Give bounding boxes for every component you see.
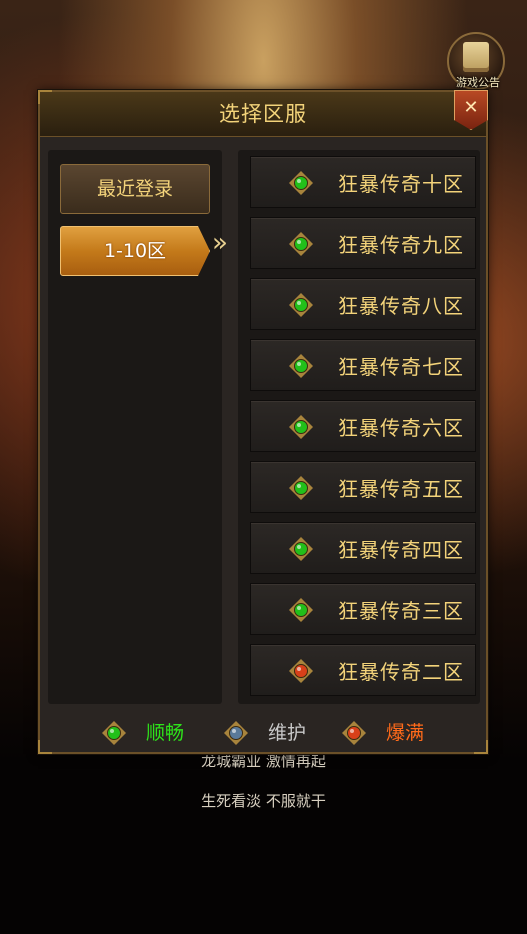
server-name: 狂暴传奇五区 (338, 477, 464, 501)
server-row[interactable]: 狂暴传奇十区 (250, 156, 476, 208)
server-name: 狂暴传奇七区 (338, 355, 464, 379)
green-gem-icon (289, 476, 313, 500)
green-gem-icon (289, 415, 313, 439)
server-row[interactable]: 狂暴传奇八区 (250, 278, 476, 330)
category-label: 最近登录 (96, 178, 173, 200)
server-name: 狂暴传奇十区 (338, 172, 464, 196)
legend-label: 维护 (268, 722, 307, 744)
corner-ornament (38, 740, 52, 754)
green-gem-icon (102, 721, 126, 745)
category-1-10[interactable]: 1-10区 (60, 226, 210, 276)
title-bar: 选择区服 (40, 92, 486, 137)
green-gem-icon (289, 354, 313, 378)
server-name: 狂暴传奇八区 (338, 294, 464, 318)
green-gem-icon (289, 171, 313, 195)
red-gem-icon (342, 721, 366, 745)
background-slogan-2: 生死看淡 不服就干 (201, 792, 326, 810)
close-icon: ✕ (463, 97, 479, 118)
server-list-panel: 狂暴传奇十区 狂暴传奇九区 狂暴传奇八区 狂暴传奇七区 狂暴传奇六区 狂暴传奇五区 狂暴传奇… (238, 150, 480, 704)
legend-label: 顺畅 (146, 722, 185, 744)
category-label: 1-10区 (103, 240, 167, 262)
green-gem-icon (289, 537, 313, 561)
dialog-title: 选择区服 (219, 102, 307, 126)
server-name: 狂暴传奇四区 (338, 538, 464, 562)
server-row[interactable]: 狂暴传奇二区 (250, 644, 476, 696)
server-row[interactable]: 狂暴传奇九区 (250, 217, 476, 269)
server-row[interactable]: 狂暴传奇四区 (250, 522, 476, 574)
server-name: 狂暴传奇二区 (338, 660, 464, 684)
category-recent-login[interactable]: 最近登录 (60, 164, 210, 214)
green-gem-icon (289, 293, 313, 317)
game-notice-button[interactable]: 游戏公告 (447, 32, 505, 90)
server-row[interactable]: 狂暴传奇七区 (250, 339, 476, 391)
game-notice-label: 游戏公告 (456, 76, 500, 89)
server-name: 狂暴传奇九区 (338, 233, 464, 257)
scroll-icon (463, 42, 489, 72)
legend-label: 爆满 (386, 722, 425, 744)
server-name: 狂暴传奇三区 (338, 599, 464, 623)
category-panel: 最近登录 1-10区 (48, 150, 222, 704)
server-select-dialog: 选择区服 ✕ 最近登录 1-10区 » 狂暴传奇十区 狂暴传奇九区 狂暴传奇八区 狂暴… (38, 90, 488, 754)
server-row[interactable]: 狂暴传奇六区 (250, 400, 476, 452)
gray-gem-icon (224, 721, 248, 745)
server-name: 狂暴传奇六区 (338, 416, 464, 440)
server-row[interactable]: 狂暴传奇三区 (250, 583, 476, 635)
green-gem-icon (289, 598, 313, 622)
red-gem-icon (289, 659, 313, 683)
server-row[interactable]: 狂暴传奇五区 (250, 461, 476, 513)
corner-ornament (474, 740, 488, 754)
green-gem-icon (289, 232, 313, 256)
